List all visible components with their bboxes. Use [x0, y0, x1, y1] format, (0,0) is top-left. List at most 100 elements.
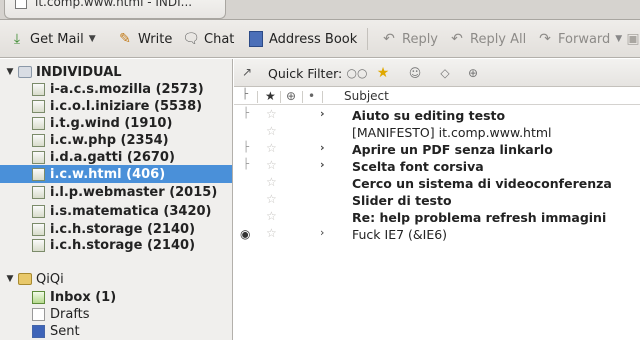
- mail-toolbar: ⤓ Get Mail ▼ ✎ Write 🗨 Chat Address Book…: [0, 20, 640, 58]
- unread-filter-icon[interactable]: ○○: [347, 64, 368, 82]
- folder-label: i.c.h.storage (2140): [50, 221, 196, 237]
- quick-filter-label: Quick Filter:: [268, 66, 343, 81]
- get-mail-button[interactable]: ⤓ Get Mail ▼: [8, 26, 96, 52]
- star-icon[interactable]: ☆: [266, 192, 277, 206]
- folder-item[interactable]: i.c.h.storage (2140): [0, 236, 232, 254]
- archive-button[interactable]: ▣: [624, 26, 640, 52]
- newsgroup-account-icon: [18, 66, 32, 78]
- read-column-icon[interactable]: •: [308, 89, 315, 103]
- column-header: ├ ★ ⊕ • Subject: [234, 88, 640, 105]
- attachment-filter-icon[interactable]: ⊕: [464, 64, 482, 82]
- chevron-right-icon[interactable]: ›: [320, 226, 324, 239]
- folder-item[interactable]: i.d.a.gatti (2670): [0, 148, 232, 166]
- folder-label: i.l.p.webmaster (2015): [50, 184, 218, 200]
- reply-all-label: Reply All: [470, 31, 527, 47]
- star-icon[interactable]: ☆: [266, 175, 277, 189]
- folder-label: Inbox (1): [50, 289, 117, 305]
- message-row[interactable]: ☆ Re: help problema refresh immagini: [234, 209, 640, 226]
- star-column-icon[interactable]: ★: [265, 89, 276, 103]
- mail-account-icon: [18, 273, 32, 285]
- reply-icon: ↶: [383, 31, 395, 47]
- message-row[interactable]: ├ ☆ › Aprire un PDF senza linkarlo: [234, 141, 640, 158]
- drafts-icon: [32, 307, 45, 321]
- newsgroup-icon: [15, 0, 27, 9]
- chevron-right-icon[interactable]: ›: [320, 107, 325, 120]
- message-row[interactable]: ├ ☆ › Aiuto su editing testo: [234, 107, 640, 124]
- write-button[interactable]: ✎ Write: [116, 26, 172, 52]
- thread-icon: ├: [243, 108, 250, 119]
- message-subject: [MANIFESTO] it.comp.www.html: [352, 125, 552, 140]
- message-row[interactable]: ☆ Slider di testo: [234, 192, 640, 209]
- tab-strip: it.comp.www.html - INDI...: [0, 0, 640, 20]
- folder-sent[interactable]: Sent: [0, 322, 232, 340]
- folder-label: i.c.w.php (2354): [50, 132, 169, 148]
- message-row[interactable]: ◉ ☆ › Fuck IE7 (&IE6): [234, 226, 640, 243]
- account-individual[interactable]: ▼ INDIVIDUAL: [0, 63, 122, 81]
- star-icon[interactable]: ☆: [266, 107, 277, 121]
- star-icon[interactable]: ☆: [266, 209, 277, 223]
- chevron-down-icon[interactable]: ▼: [89, 34, 96, 44]
- chevron-right-icon[interactable]: ›: [320, 158, 325, 171]
- folder-inbox[interactable]: Inbox (1): [0, 288, 232, 306]
- starred-filter-icon[interactable]: ★: [374, 64, 392, 82]
- address-book-button[interactable]: Address Book: [247, 26, 357, 52]
- sent-icon: [32, 324, 45, 338]
- folder-item[interactable]: i.c.w.php (2354): [0, 131, 232, 149]
- folder-item[interactable]: i.l.p.webmaster (2015): [0, 183, 232, 201]
- newsgroup-icon: [32, 116, 45, 130]
- chat-button[interactable]: 🗨 Chat: [182, 26, 234, 52]
- newsgroup-icon: [32, 82, 45, 96]
- pin-icon[interactable]: ↗: [242, 65, 252, 79]
- message-row[interactable]: ☆ [MANIFESTO] it.comp.www.html: [234, 124, 640, 141]
- folder-label: i.c.o.l.iniziare (5538): [50, 98, 203, 114]
- message-row[interactable]: ☆ Cerco un sistema di videoconferenza: [234, 175, 640, 192]
- newsgroup-icon: [32, 238, 45, 252]
- folder-pane: ▼ INDIVIDUAL i-a.c.s.mozilla (2573) i.c.…: [0, 59, 233, 340]
- message-subject: Slider di testo: [352, 193, 452, 208]
- message-subject: Aiuto su editing testo: [352, 108, 506, 123]
- folder-item[interactable]: i.c.o.l.iniziare (5538): [0, 97, 232, 115]
- chat-bubble-icon: 🗨: [182, 31, 200, 47]
- pencil-icon: ✎: [119, 31, 131, 47]
- write-label: Write: [138, 31, 173, 47]
- newsgroup-icon: [32, 99, 45, 113]
- tag-filter-icon[interactable]: ◇: [436, 64, 454, 82]
- newsgroup-icon: [32, 185, 45, 199]
- star-icon[interactable]: ☆: [266, 226, 277, 240]
- watch-thread-icon[interactable]: ◉: [240, 227, 250, 241]
- folder-item[interactable]: i.s.matematica (3420): [0, 202, 232, 220]
- download-icon: ⤓: [13, 31, 21, 47]
- account-qiqi[interactable]: ▼ QiQi: [0, 270, 64, 288]
- message-row[interactable]: ├ ☆ › Scelta font corsiva: [234, 158, 640, 175]
- column-divider: [302, 91, 303, 103]
- archive-icon: ▣: [626, 31, 640, 47]
- tab-newsgroup[interactable]: it.comp.www.html - INDI...: [4, 0, 226, 19]
- star-icon[interactable]: ☆: [266, 124, 277, 138]
- chevron-down-icon[interactable]: ▼: [4, 67, 16, 77]
- reply-button[interactable]: ↶ Reply: [380, 26, 438, 52]
- reply-all-icon: ↶: [451, 31, 463, 47]
- folder-label: i.c.w.html (406): [50, 166, 166, 182]
- reply-label: Reply: [402, 31, 439, 47]
- newsgroup-icon: [32, 204, 45, 218]
- reply-all-button[interactable]: ↶ Reply All: [448, 26, 526, 52]
- attachment-column-icon[interactable]: ⊕: [286, 89, 296, 103]
- forward-button[interactable]: ↷ Forward ▼: [536, 26, 622, 52]
- folder-item[interactable]: i-a.c.s.mozilla (2573): [0, 80, 232, 98]
- newsgroup-icon: [32, 222, 45, 236]
- star-icon[interactable]: ☆: [266, 158, 277, 172]
- folder-item[interactable]: i.t.g.wind (1910): [0, 114, 232, 132]
- subject-column-header[interactable]: Subject: [344, 89, 389, 103]
- thread-icon: ├: [243, 159, 250, 170]
- folder-item-selected[interactable]: i.c.w.html (406): [0, 165, 232, 183]
- chevron-down-icon[interactable]: ▼: [615, 34, 622, 44]
- folder-label: i.c.h.storage (2140): [50, 237, 196, 253]
- chevron-down-icon[interactable]: ▼: [4, 274, 16, 284]
- chevron-right-icon[interactable]: ›: [320, 141, 325, 154]
- contact-filter-icon[interactable]: ☺: [406, 64, 424, 82]
- folder-drafts[interactable]: Drafts: [0, 305, 232, 323]
- tab-title: it.comp.www.html - INDI...: [35, 0, 193, 9]
- message-list-pane: ↗ Quick Filter: ○○ ★ ☺ ◇ ⊕ ├ ★ ⊕ • Subje…: [234, 59, 640, 340]
- thread-column-icon[interactable]: ├: [242, 89, 248, 100]
- star-icon[interactable]: ☆: [266, 141, 277, 155]
